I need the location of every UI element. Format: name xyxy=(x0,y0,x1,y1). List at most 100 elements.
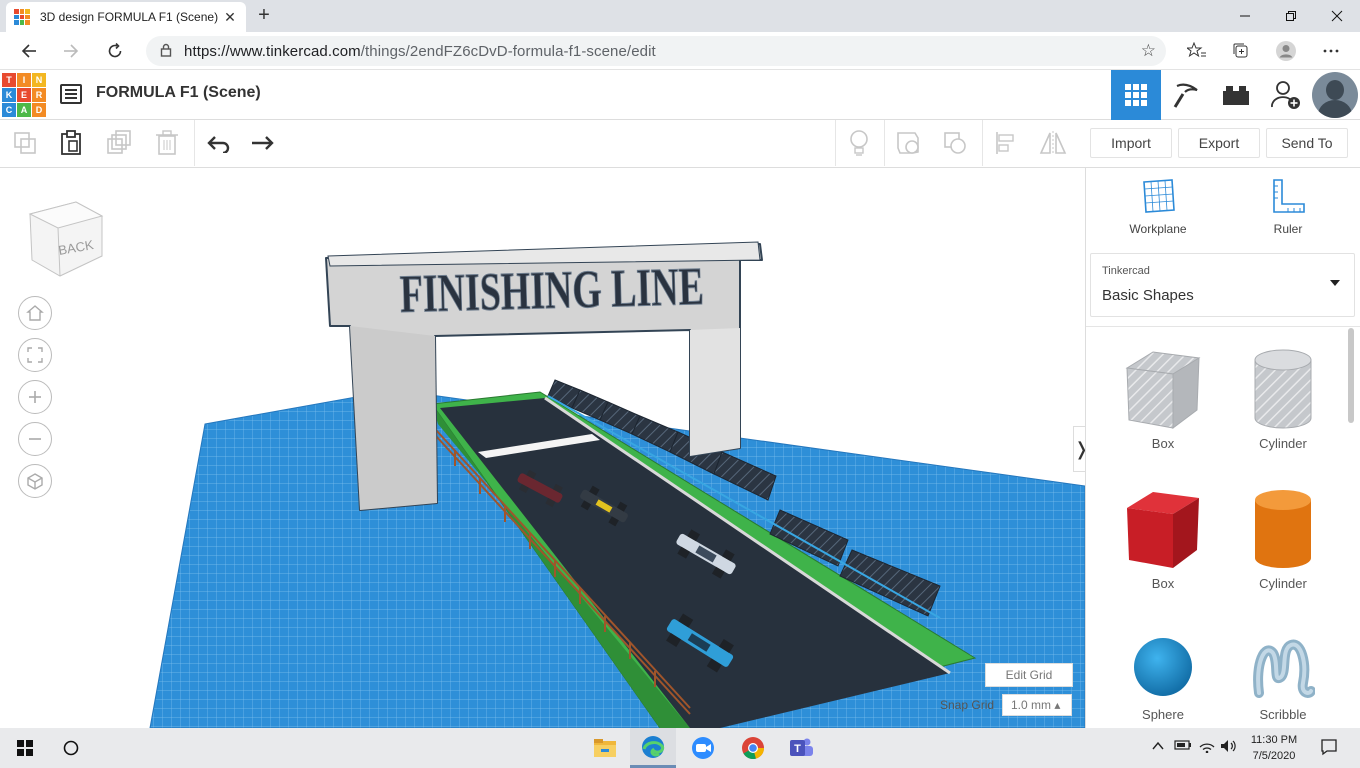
more-options-icon[interactable] xyxy=(1318,38,1344,64)
ruler-label: Ruler xyxy=(1273,222,1303,236)
design-title[interactable]: FORMULA F1 (Scene) xyxy=(96,84,261,102)
design-menu-icon[interactable] xyxy=(60,84,82,104)
shape-library-select[interactable]: Tinkercad Basic Shapes xyxy=(1090,253,1355,317)
perspective-cube-icon[interactable] xyxy=(18,464,52,498)
forward-arrow-icon[interactable] xyxy=(56,36,86,66)
send-to-button[interactable]: Send To xyxy=(1266,128,1348,158)
windows-start-icon[interactable] xyxy=(2,728,48,768)
shape-box-hole[interactable]: Box xyxy=(1113,348,1213,451)
zoom-in-icon[interactable] xyxy=(18,380,52,414)
3d-view-grid-icon[interactable] xyxy=(1111,70,1161,120)
shape-scribble[interactable]: Scribble xyxy=(1233,633,1333,722)
paste-icon[interactable] xyxy=(48,120,94,166)
shape-label: Box xyxy=(1151,576,1175,591)
edge-browser-icon[interactable] xyxy=(630,728,676,768)
add-user-icon[interactable] xyxy=(1261,70,1311,120)
workplane-button[interactable]: Workplane xyxy=(1108,178,1208,236)
box-icon xyxy=(1127,492,1199,568)
bricks-icon[interactable] xyxy=(1211,70,1261,120)
tinkercad-logo[interactable]: T I N K E R C A D xyxy=(2,73,46,117)
shape-cylinder[interactable]: Cylinder xyxy=(1233,488,1333,591)
chevron-down-icon xyxy=(1330,280,1340,286)
fit-view-icon[interactable] xyxy=(18,338,52,372)
trash-icon[interactable] xyxy=(144,120,190,166)
import-button[interactable]: Import xyxy=(1090,128,1172,158)
back-arrow-icon[interactable] xyxy=(14,36,44,66)
finishing-line-sign-text: FINISHING LINE xyxy=(399,256,704,324)
new-tab-button[interactable]: + xyxy=(254,4,274,27)
user-avatar[interactable] xyxy=(1312,72,1358,118)
shape-cylinder-hole[interactable]: Cylinder xyxy=(1233,348,1333,451)
align-icon[interactable] xyxy=(982,120,1028,166)
ruler-icon xyxy=(1273,179,1305,213)
edit-toolbar: Import Export Send To xyxy=(0,120,1360,168)
favorites-icon[interactable] xyxy=(1184,38,1210,64)
mirror-icon[interactable] xyxy=(1030,120,1076,166)
cylinder-icon xyxy=(1255,490,1311,568)
export-button[interactable]: Export xyxy=(1178,128,1260,158)
url-field[interactable]: https://www.tinkercad.com/things/2endFZ6… xyxy=(146,36,1166,66)
copy-icon[interactable] xyxy=(2,120,48,166)
library-source: Tinkercad xyxy=(1102,265,1150,277)
notifications-icon[interactable] xyxy=(1320,738,1338,759)
browser-tab[interactable]: 3D design FORMULA F1 (Scene) ✕ xyxy=(6,2,246,32)
lightbulb-icon[interactable] xyxy=(835,120,881,166)
favorite-star-icon[interactable]: ☆ xyxy=(1141,41,1156,61)
taskbar-clock[interactable]: 11:30 PM 7/5/2020 xyxy=(1236,732,1312,764)
redo-icon[interactable] xyxy=(240,120,286,166)
shape-box[interactable]: Box xyxy=(1113,488,1213,591)
logo-letter: R xyxy=(32,88,46,102)
tab-title: 3D design FORMULA F1 (Scene) xyxy=(40,10,219,24)
chrome-browser-icon[interactable] xyxy=(730,728,776,768)
logo-letter: C xyxy=(2,103,16,117)
battery-icon[interactable] xyxy=(1174,739,1192,754)
shape-sphere[interactable]: Sphere xyxy=(1113,633,1213,722)
logo-letter: A xyxy=(17,103,31,117)
tinkercad-favicon-icon xyxy=(14,9,30,25)
panel-scrollbar[interactable] xyxy=(1348,328,1354,423)
shape-label: Cylinder xyxy=(1259,576,1307,591)
collections-icon[interactable] xyxy=(1228,38,1254,64)
tab-close-icon[interactable]: ✕ xyxy=(222,9,238,26)
library-name: Basic Shapes xyxy=(1102,287,1194,304)
logo-letter: T xyxy=(2,73,16,87)
pickaxe-icon[interactable] xyxy=(1161,70,1211,120)
scribble-icon xyxy=(1253,639,1315,698)
tray-up-chevron-icon[interactable] xyxy=(1152,739,1164,754)
3d-workspace[interactable]: FINISHING LINE BACK Edit Grid Snap Grid … xyxy=(0,168,1085,728)
lock-icon xyxy=(160,43,172,60)
panel-divider xyxy=(1086,326,1360,327)
teams-app-icon[interactable]: T xyxy=(778,728,824,768)
workplane-icon xyxy=(1143,179,1175,213)
duplicate-icon[interactable] xyxy=(96,120,142,166)
home-view-icon[interactable] xyxy=(18,296,52,330)
snap-grid-select[interactable]: 1.0 mm ▴ xyxy=(1002,694,1072,716)
file-explorer-icon[interactable] xyxy=(582,728,628,768)
minimize-icon[interactable] xyxy=(1222,0,1268,32)
view-cube[interactable]: BACK xyxy=(26,198,106,285)
ungroup-icon[interactable] xyxy=(932,120,978,166)
snap-grid-label: Snap Grid xyxy=(940,698,995,712)
wifi-icon[interactable] xyxy=(1198,739,1216,756)
shape-label: Sphere xyxy=(1142,707,1184,722)
undo-icon[interactable] xyxy=(194,120,240,166)
logo-letter: D xyxy=(32,103,46,117)
restore-icon[interactable] xyxy=(1268,0,1314,32)
search-circle-icon[interactable] xyxy=(48,728,94,768)
ruler-button[interactable]: Ruler xyxy=(1238,178,1338,236)
sphere-icon xyxy=(1134,638,1192,696)
edit-grid-button[interactable]: Edit Grid xyxy=(985,663,1073,687)
group-icon[interactable] xyxy=(884,120,930,166)
close-window-icon[interactable] xyxy=(1314,0,1360,32)
3d-scene[interactable]: FINISHING LINE xyxy=(0,168,1085,728)
zoom-out-icon[interactable] xyxy=(18,422,52,456)
logo-letter: I xyxy=(17,73,31,87)
profile-icon[interactable] xyxy=(1273,38,1299,64)
collapse-panel-chevron-icon[interactable]: ❭ xyxy=(1073,426,1085,472)
refresh-icon[interactable] xyxy=(100,36,130,66)
cylinder-hole-icon xyxy=(1254,349,1312,429)
shape-label: Cylinder xyxy=(1259,436,1307,451)
zoom-app-icon[interactable] xyxy=(680,728,726,768)
box-hole-icon xyxy=(1125,351,1201,429)
url-text: https://www.tinkercad.com/things/2endFZ6… xyxy=(184,42,656,60)
